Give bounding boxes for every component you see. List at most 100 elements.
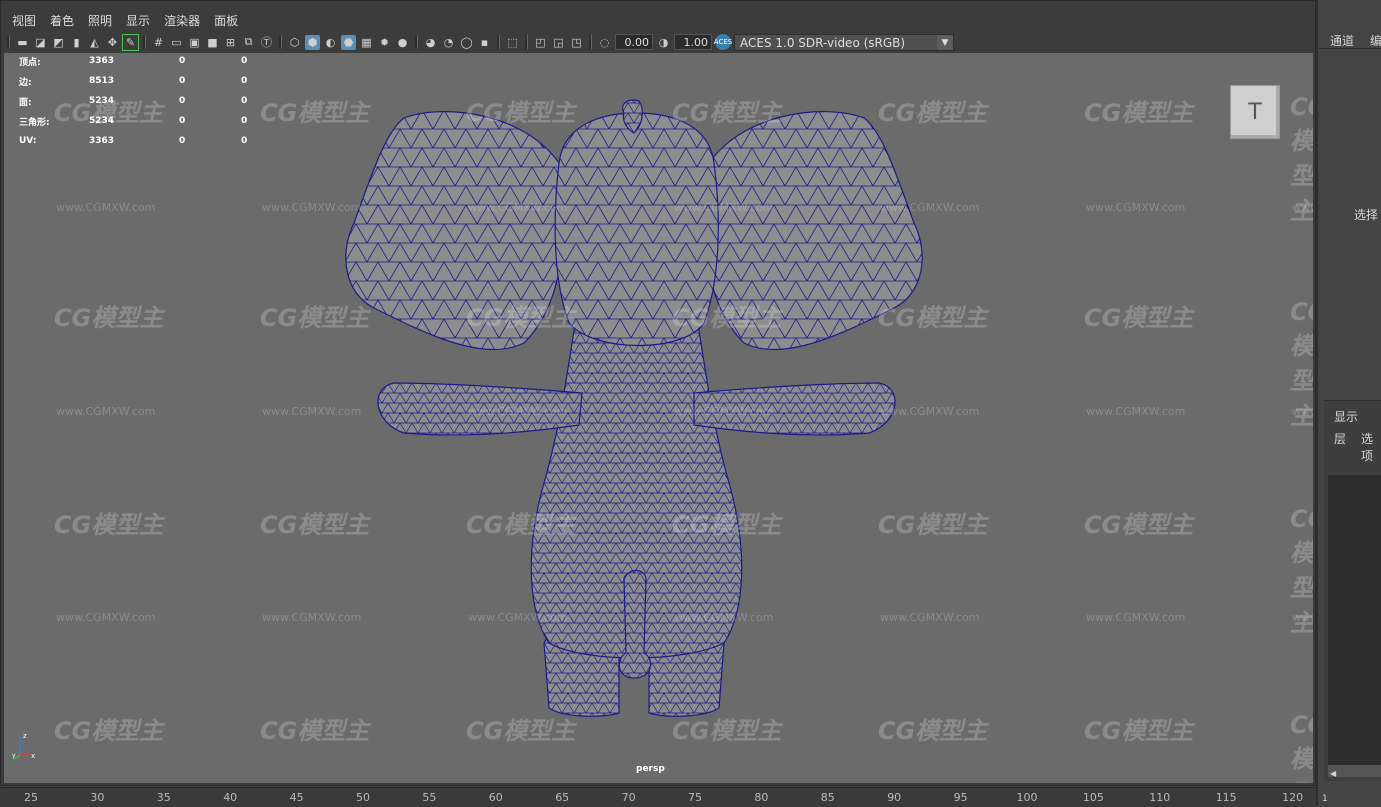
gamma-icon[interactable]: ◑ [656, 35, 671, 50]
xray-active-icon[interactable]: ◲ [551, 35, 566, 50]
channel-box-panel: 通道 编 选择 显示 层 选项 ◀ 1 [1316, 0, 1381, 806]
scroll-left-icon[interactable]: ◀ [1328, 769, 1336, 778]
axis-z-label: z [23, 732, 27, 740]
layers-menu[interactable]: 层 [1334, 430, 1346, 447]
tab-channels[interactable]: 通道 [1330, 32, 1354, 49]
hud-selected: 0 [179, 56, 186, 66]
axis-x-label: x [31, 752, 35, 760]
3d-viewport[interactable]: CG模型主 CG模型主 CG模型主 CG模型主 www.CGMXW.com www.CGM… [4, 53, 1313, 783]
gamma-field[interactable]: 1.00 [674, 34, 712, 50]
menu-renderer[interactable]: 渲染器 [157, 9, 207, 31]
right-arm [693, 382, 896, 436]
smooth-shade-icon[interactable]: ⬢ [305, 34, 320, 50]
hud-row: UV: 3363 0 0 [19, 131, 271, 151]
isolate-select-icon[interactable]: ⬚ [505, 35, 520, 50]
time-tick-label: 120 [1282, 791, 1304, 804]
time-tick-label: 95 [953, 791, 968, 804]
time-tick-label: 35 [156, 791, 171, 804]
xray-joints-icon[interactable]: ◳ [569, 35, 584, 50]
hud-label: 三角形: [19, 117, 50, 128]
camera-attributes-icon[interactable]: ◪ [33, 35, 48, 50]
time-tick-label: 75 [688, 791, 702, 804]
exposure-field[interactable]: 0.00 [615, 34, 653, 50]
toolbar-separator [525, 35, 528, 49]
menu-view[interactable]: 视图 [5, 9, 43, 31]
shadows-icon[interactable]: ● [395, 35, 410, 50]
time-tick-label: 80 [754, 791, 769, 804]
time-tick-label: 90 [887, 791, 902, 804]
film-gate-icon[interactable]: ▭ [169, 35, 184, 50]
time-tick-label: 70 [621, 791, 636, 804]
view-transform-dropdown[interactable]: ACES 1.0 SDR-video (sRGB) ▼ [734, 33, 954, 51]
hud-label: 边: [19, 77, 32, 88]
camera-select-icon[interactable]: ▬ [15, 35, 30, 50]
menu-show[interactable]: 显示 [119, 9, 157, 31]
time-tick-label: 110 [1149, 791, 1171, 804]
hud-row: 面: 5234 0 0 [19, 91, 271, 111]
hud-uv-shell: 0 [241, 96, 248, 106]
time-tick-label: 100 [1016, 791, 1038, 804]
viewcube[interactable]: T [1230, 85, 1280, 139]
anti-aliasing-icon[interactable]: ◯ [459, 35, 474, 50]
menu-shading[interactable]: 着色 [43, 9, 81, 31]
hud-value: 3363 [89, 56, 115, 66]
hud-selected: 0 [179, 116, 186, 126]
time-tick-label: 50 [356, 791, 370, 804]
hud-selected: 0 [179, 136, 186, 146]
viewport-panel: 视图 着色 照明 显示 渲染器 面板 ▬ ◪ ◩ ▮ ◭ ✥ ✎ # ▭ ▣ ■… [0, 0, 1316, 786]
image-plane-icon[interactable]: ◭ [87, 35, 102, 50]
use-all-lights-icon[interactable]: ✹ [377, 35, 392, 50]
safe-title-icon[interactable]: Ⓣ [259, 35, 274, 50]
grease-pencil-icon[interactable]: ✎ [122, 33, 139, 51]
hud-selected: 0 [179, 76, 186, 86]
resolution-gate-icon[interactable]: ▣ [187, 35, 202, 50]
2d-pan-zoom-icon[interactable]: ✥ [105, 35, 120, 50]
time-tick-label: 40 [223, 791, 238, 804]
menu-panels[interactable]: 面板 [207, 9, 245, 31]
wireframe-on-shaded-icon[interactable]: ⬣ [341, 34, 356, 50]
depth-of-field-icon[interactable]: ▪ [477, 35, 492, 50]
exposure-icon[interactable]: ◌ [597, 35, 612, 50]
menu-lighting[interactable]: 照明 [81, 9, 119, 31]
hud-value: 8513 [89, 76, 115, 86]
wireframe-icon[interactable]: ⬡ [287, 35, 302, 50]
color-management-icon[interactable]: ACES [714, 34, 732, 50]
left-arm [377, 382, 583, 436]
toolbar-separator [415, 35, 418, 49]
grid-icon[interactable]: # [151, 35, 166, 50]
head [554, 112, 719, 346]
viewport-toolbar: ▬ ◪ ◩ ▮ ◭ ✥ ✎ # ▭ ▣ ■ ⊞ ⧉ Ⓣ ⬡ ⬢ ◐ ⬣ ▦ ✹ … [5, 32, 1311, 52]
hud-label: 面: [19, 97, 32, 108]
hud-value: 5234 [89, 96, 115, 106]
view-transform-value: ACES 1.0 SDR-video (sRGB) [740, 35, 906, 50]
chevron-down-icon: ▼ [937, 34, 953, 50]
axis-gizmo: z x y [12, 732, 35, 760]
poly-count-hud: 顶点: 3363 0 0 边: 8513 0 0 面: 5234 0 0 三角形: 5234 0 0 UV: 33… [19, 53, 271, 151]
options-menu[interactable]: 选项 [1361, 430, 1381, 464]
gate-mask-icon[interactable]: ■ [205, 35, 220, 50]
layer-list[interactable] [1328, 475, 1381, 765]
right-ear [703, 111, 923, 351]
display-tab[interactable]: 显示 [1334, 408, 1358, 425]
default-material-icon[interactable]: ◐ [323, 35, 338, 50]
field-chart-icon[interactable]: ⊞ [223, 35, 238, 50]
viewcube-face-label: T [1248, 99, 1262, 125]
xray-icon[interactable]: ◰ [533, 35, 548, 50]
hud-uv-shell: 0 [241, 136, 248, 146]
hud-row: 三角形: 5234 0 0 [19, 111, 271, 131]
hud-uv-shell: 0 [241, 116, 248, 126]
motion-blur-icon[interactable]: ◔ [441, 35, 456, 50]
time-slider[interactable]: 25 30 35 40 45 50 55 60 65 70 75 80 85 90 95 100 105 110 1… [0, 787, 1316, 807]
camera-name-label: persp [636, 764, 665, 774]
viewport-menubar: 视图 着色 照明 显示 渲染器 面板 [5, 9, 245, 31]
tab-edit[interactable]: 编 [1370, 32, 1381, 49]
bookmark-icon[interactable]: ▮ [69, 35, 84, 50]
bookmark-camera-icon[interactable]: ◩ [51, 35, 66, 50]
safe-action-icon[interactable]: ⧉ [241, 35, 256, 50]
textured-icon[interactable]: ▦ [359, 35, 374, 50]
hud-uv-shell: 0 [241, 76, 248, 86]
screen-space-ao-icon[interactable]: ◕ [423, 35, 438, 50]
horizontal-scrollbar[interactable]: ◀ [1328, 765, 1381, 778]
toolbar-separator [497, 35, 500, 49]
toolbar-separator [7, 35, 10, 49]
